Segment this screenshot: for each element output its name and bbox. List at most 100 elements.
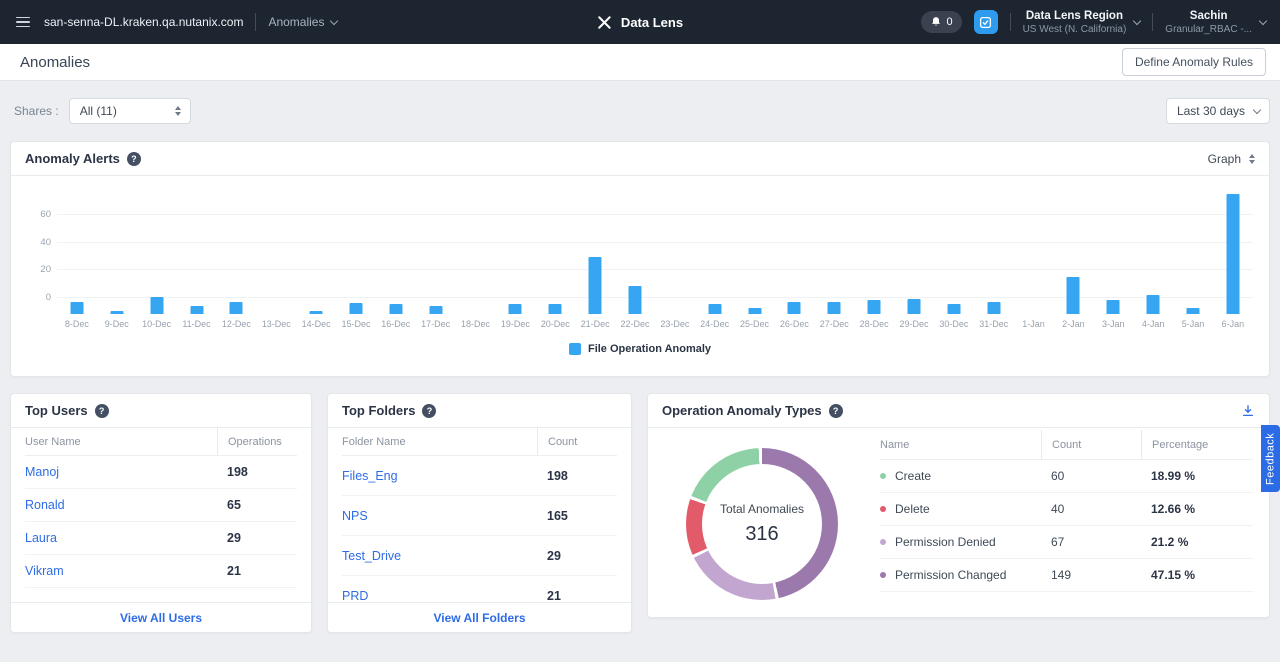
anomaly-types-table: Name Count Percentage Create6018.99 %Del… <box>880 430 1253 617</box>
table-row: Test_Drive29 <box>342 536 617 576</box>
bar-29-Dec[interactable] <box>907 299 920 314</box>
bar-column <box>814 186 854 314</box>
user-role: Granular_RBAC -... <box>1165 24 1252 35</box>
x-tick-label: 12-Dec <box>216 319 256 329</box>
bar-25-Dec[interactable] <box>748 308 761 314</box>
anomaly-type-count: 67 <box>1041 535 1141 549</box>
bar-10-Dec[interactable] <box>150 297 163 314</box>
user-link[interactable]: Vikram <box>25 564 217 578</box>
anomaly-types-donut-chart[interactable]: Total Anomalies 316 <box>686 448 838 600</box>
x-tick-label: 18-Dec <box>456 319 496 329</box>
column-header-percentage: Percentage <box>1141 430 1253 459</box>
x-tick-label: 31-Dec <box>974 319 1014 329</box>
user-menu[interactable]: Sachin Granular_RBAC -... <box>1165 10 1266 35</box>
bar-31-Dec[interactable] <box>987 302 1000 314</box>
notifications-button[interactable]: 0 <box>921 11 961 33</box>
row-value: 198 <box>537 469 617 483</box>
bar-6-Jan[interactable] <box>1226 194 1239 314</box>
bar-28-Dec[interactable] <box>868 300 881 314</box>
top-folders-card: Top Folders ? Folder Name Count Files_En… <box>327 393 632 633</box>
bars-area <box>57 186 1253 314</box>
bar-4-Jan[interactable] <box>1147 295 1160 314</box>
anomaly-types-title: Operation Anomaly Types <box>662 403 822 418</box>
bar-column <box>535 186 575 314</box>
stepper-icon <box>1249 154 1255 164</box>
help-icon[interactable]: ? <box>127 152 141 166</box>
folder-link[interactable]: NPS <box>342 509 537 523</box>
column-header-count: Count <box>537 428 617 455</box>
bar-3-Jan[interactable] <box>1107 300 1120 314</box>
hamburger-menu-icon[interactable] <box>14 15 32 30</box>
help-icon[interactable]: ? <box>422 404 436 418</box>
x-tick-label: 15-Dec <box>336 319 376 329</box>
bar-20-Dec[interactable] <box>549 304 562 314</box>
column-header-user-name: User Name <box>25 436 217 448</box>
bar-27-Dec[interactable] <box>828 302 841 314</box>
bar-8-Dec[interactable] <box>70 302 83 314</box>
series-color-dot <box>880 572 886 578</box>
column-header-name: Name <box>880 439 1041 451</box>
bar-16-Dec[interactable] <box>389 304 402 314</box>
bar-24-Dec[interactable] <box>708 304 721 314</box>
table-row: Ronald65 <box>25 489 297 522</box>
view-all-folders-link[interactable]: View All Folders <box>328 602 631 632</box>
time-range-select[interactable]: Last 30 days <box>1166 98 1270 124</box>
row-value: 21 <box>217 564 297 578</box>
bar-11-Dec[interactable] <box>190 306 203 314</box>
region-label: Data Lens Region <box>1026 10 1123 22</box>
anomaly-type-percentage: 18.99 % <box>1141 469 1253 483</box>
bar-22-Dec[interactable] <box>628 286 641 314</box>
bar-column <box>1053 186 1093 314</box>
bar-chart-plot: 0204060 <box>27 186 1253 314</box>
y-tick-label: 60 <box>27 209 51 220</box>
x-tick-label: 30-Dec <box>934 319 974 329</box>
download-button[interactable] <box>1241 404 1255 418</box>
bar-9-Dec[interactable] <box>110 311 123 314</box>
folder-link[interactable]: Test_Drive <box>342 549 537 563</box>
bar-21-Dec[interactable] <box>589 257 602 314</box>
bar-column <box>1014 186 1054 314</box>
page-header: Anomalies Define Anomaly Rules <box>0 44 1280 81</box>
folder-link[interactable]: PRD <box>342 589 537 603</box>
navbar-divider <box>255 13 256 31</box>
x-tick-label: 20-Dec <box>535 319 575 329</box>
bar-column <box>735 186 775 314</box>
bar-26-Dec[interactable] <box>788 302 801 314</box>
define-anomaly-rules-button[interactable]: Define Anomaly Rules <box>1122 48 1266 76</box>
bar-14-Dec[interactable] <box>310 311 323 314</box>
bar-column <box>177 186 217 314</box>
tasks-button[interactable] <box>974 10 998 34</box>
navbar-divider <box>1010 13 1011 31</box>
bar-19-Dec[interactable] <box>509 304 522 314</box>
table-row: Laura29 <box>25 522 297 555</box>
bar-column <box>1213 186 1253 314</box>
anomaly-type-name: Permission Denied <box>895 535 996 549</box>
user-link[interactable]: Manoj <box>25 465 217 479</box>
anomaly-alerts-card: Anomaly Alerts ? Graph 0204060 8-Dec9-De… <box>10 141 1270 377</box>
user-link[interactable]: Ronald <box>25 498 217 512</box>
chart-view-select[interactable]: Graph <box>1208 152 1255 166</box>
chevron-down-icon <box>1259 16 1267 24</box>
bar-30-Dec[interactable] <box>947 304 960 314</box>
bar-2-Jan[interactable] <box>1067 277 1080 314</box>
user-link[interactable]: Laura <box>25 531 217 545</box>
table-row: Vikram21 <box>25 555 297 588</box>
shares-select[interactable]: All (11) <box>69 98 191 124</box>
x-tick-label: 5-Jan <box>1173 319 1213 329</box>
region-selector[interactable]: Data Lens Region US West (N. California) <box>1023 10 1141 35</box>
table-row: Permission Changed14947.15 % <box>880 559 1253 592</box>
nav-menu-anomalies[interactable]: Anomalies <box>268 15 337 29</box>
x-tick-label: 9-Dec <box>97 319 137 329</box>
bar-17-Dec[interactable] <box>429 306 442 314</box>
x-axis-labels: 8-Dec9-Dec10-Dec11-Dec12-Dec13-Dec14-Dec… <box>57 319 1253 329</box>
help-icon[interactable]: ? <box>95 404 109 418</box>
bar-15-Dec[interactable] <box>349 303 362 314</box>
chart-legend[interactable]: File Operation Anomaly <box>11 343 1269 355</box>
folder-link[interactable]: Files_Eng <box>342 469 537 483</box>
bar-12-Dec[interactable] <box>230 302 243 314</box>
bar-5-Jan[interactable] <box>1186 308 1199 314</box>
view-all-users-link[interactable]: View All Users <box>11 602 311 632</box>
feedback-button[interactable]: Feedback <box>1261 425 1280 492</box>
bar-column <box>416 186 456 314</box>
help-icon[interactable]: ? <box>829 404 843 418</box>
